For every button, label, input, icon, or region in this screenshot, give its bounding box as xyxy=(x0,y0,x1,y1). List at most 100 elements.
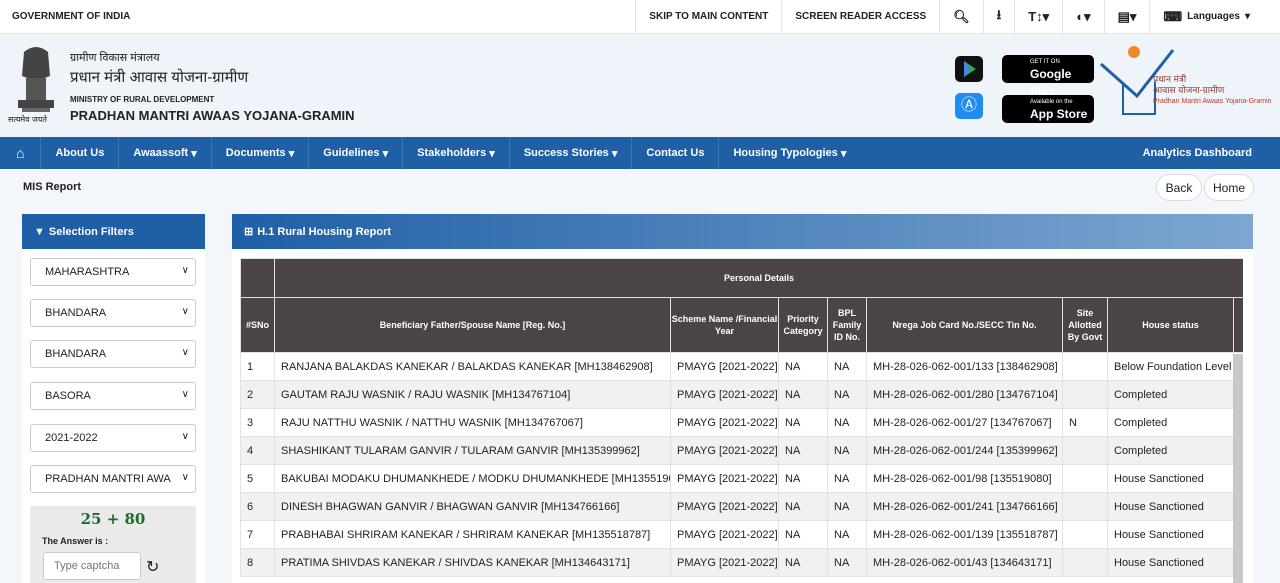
contrast-icon: ◐▾ xyxy=(1076,8,1091,24)
languages-label: Languages xyxy=(1187,11,1240,22)
column-header-row: #SNo Beneficiary Father/Spouse Name [Reg… xyxy=(240,297,1243,353)
table-row: 3 RAJU NATTHU WASNIK / NATTHU WASNIK [MH1… xyxy=(240,408,1243,437)
table-icon: ⊞ xyxy=(244,226,254,238)
nrega-cell: MH-28-026-062-001/43 [134643171] xyxy=(866,548,1063,577)
status-cell: Completed xyxy=(1107,436,1234,465)
col-header-site[interactable]: Site Allotted By Govt xyxy=(1062,297,1108,353)
beneficiary-cell: GAUTAM RAJU WASNIK / RAJU WASNIK [MH1347… xyxy=(274,380,671,409)
nav-awaassoft[interactable]: Awaassoft ▾ xyxy=(119,137,212,169)
col-header-nrega[interactable]: Nrega Job Card No./SECC Tin No. xyxy=(866,297,1063,353)
sno-cell: 8 xyxy=(240,548,275,577)
status-cell: Completed xyxy=(1107,380,1234,409)
contrast-button[interactable]: ◐▾ xyxy=(1062,0,1103,34)
report-table: Personal Details #SNo Beneficiary Father… xyxy=(240,258,1243,577)
beneficiary-cell: BAKUBAI MODAKU DHUMANKHEDE / MODKU DHUMA… xyxy=(274,464,671,493)
scheme-cell: PMAYG [2021-2022] xyxy=(670,436,779,465)
sno-cell: 7 xyxy=(240,520,275,549)
nav-about-us[interactable]: About Us xyxy=(41,137,120,169)
chevron-down-icon: ▾ xyxy=(489,147,495,160)
refresh-icon[interactable]: ↻ xyxy=(146,557,159,577)
col-header-scheme[interactable]: Scheme Name /Financial Year xyxy=(670,297,779,353)
app-store-icon[interactable]: Ⓐ xyxy=(955,93,983,119)
year-select[interactable]: 2021-2022 ∨ xyxy=(30,424,196,452)
nav-home[interactable]: ⌂ xyxy=(0,137,42,169)
state-select[interactable]: MAHARASHTRA ∨ xyxy=(30,258,196,286)
group-header: Personal Details xyxy=(273,258,1243,298)
block-select[interactable]: BHANDARA ∨ xyxy=(30,340,196,368)
filter-icon: ▼ xyxy=(34,225,45,238)
scheme-select[interactable]: PRADHAN MANTRI AWAAS ∨ xyxy=(30,465,196,493)
report-table-wrapper[interactable]: Personal Details #SNo Beneficiary Father… xyxy=(240,258,1243,583)
group-header-blank xyxy=(240,258,275,298)
report-header: ⊞ H.1 Rural Housing Report xyxy=(232,214,1253,249)
sitemap-button[interactable]: ▤▾ xyxy=(1103,0,1150,34)
village-select[interactable]: BASORA ∨ xyxy=(30,382,196,410)
col-header-priority[interactable]: Priority Category xyxy=(778,297,828,353)
play-store-icon[interactable] xyxy=(955,56,983,82)
nav-stakeholders[interactable]: Stakeholders ▾ xyxy=(403,137,510,169)
logo-line-1: प्रधान मंत्री xyxy=(1153,74,1187,84)
table-row: 6 DINESH BHAGWAN GANVIR / BHAGWAN GANVIR … xyxy=(240,492,1243,521)
nav-label: Contact Us xyxy=(646,147,705,159)
nav-success-stories[interactable]: Success Stories ▾ xyxy=(510,137,633,169)
text-size-button[interactable]: T↕▾ xyxy=(1014,0,1062,34)
google-play-small: GET IT ON xyxy=(1030,59,1060,65)
page-title: MIS Report xyxy=(23,181,82,193)
select-value: MAHARASHTRA xyxy=(45,266,130,278)
back-button[interactable]: Back xyxy=(1156,174,1202,201)
col-header-sno[interactable]: #SNo xyxy=(240,297,275,353)
skip-to-main-link[interactable]: SKIP TO MAIN CONTENT xyxy=(635,0,781,34)
nrega-cell: MH-28-026-062-001/133 [138462908] xyxy=(866,352,1063,381)
nrega-cell: MH-28-026-062-001/139 [135518787] xyxy=(866,520,1063,549)
col-header-status[interactable]: House status xyxy=(1107,297,1234,353)
table-row: 8 PRATIMA SHIVDAS KANEKAR / SHIVDAS KANEK… xyxy=(240,548,1243,577)
selection-filters-panel: ▼ Selection Filters MAHARASHTRA ∨ BHANDAR… xyxy=(22,214,205,583)
download-button[interactable]: ⭳ xyxy=(982,0,1015,34)
nav-documents[interactable]: Documents ▾ xyxy=(212,137,310,169)
report-title: H.1 Rural Housing Report xyxy=(257,225,392,238)
ministry-english: MINISTRY OF RURAL DEVELOPMENT xyxy=(70,95,215,104)
bpl-cell: NA xyxy=(827,520,867,549)
chevron-down-icon: ▾ xyxy=(382,147,389,160)
scheme-cell: PMAYG [2021-2022] xyxy=(670,464,779,493)
site-cell: N xyxy=(1062,408,1108,437)
nav-housing-typologies[interactable]: Housing Typologies ▾ xyxy=(719,137,860,169)
sno-cell: 6 xyxy=(240,492,275,521)
priority-cell: NA xyxy=(778,464,828,493)
app-store-big: App Store xyxy=(1030,107,1088,121)
priority-cell: NA xyxy=(778,436,828,465)
nrega-cell: MH-28-026-062-001/98 [135519080] xyxy=(866,464,1063,493)
vertical-scrollbar[interactable] xyxy=(1233,354,1243,583)
google-play-badge[interactable]: GET IT ON Google Play xyxy=(1002,55,1094,99)
sno-cell: 5 xyxy=(240,464,275,493)
nav-contact-us[interactable]: Contact Us xyxy=(632,137,720,169)
top-utility-bar: GOVERNMENT OF INDIA SKIP TO MAIN CONTENT… xyxy=(0,0,1280,34)
search-button[interactable]: 🔍︎ xyxy=(939,0,983,34)
nav-analytics-dashboard[interactable]: Analytics Dashboard xyxy=(1129,137,1280,169)
app-store-badge[interactable]: Available on the App Store xyxy=(1002,95,1094,123)
filters-title: Selection Filters xyxy=(48,225,134,238)
select-value: 2021-2022 xyxy=(45,432,98,444)
col-header-bpl[interactable]: BPL Family ID No. xyxy=(827,297,867,353)
main-navigation: ⌂ About Us Awaassoft ▾ Documents ▾ Guide… xyxy=(0,137,1280,169)
site-title-block[interactable]: ग्रामीण विकास मंत्रालय प्रधान मंत्री आवा… xyxy=(70,50,355,123)
district-select[interactable]: BHANDARA ∨ xyxy=(30,299,196,327)
priority-cell: NA xyxy=(778,548,828,577)
status-cell: Below Foundation Level xyxy=(1107,352,1234,381)
home-button[interactable]: Home xyxy=(1204,174,1254,201)
captcha-input[interactable] xyxy=(43,552,141,580)
chevron-down-icon: ▾ xyxy=(191,147,197,160)
languages-button[interactable]: ⌨ Languages ▾ xyxy=(1149,0,1280,34)
nav-label: Stakeholders xyxy=(417,147,487,159)
nav-label: About Us xyxy=(55,147,105,159)
select-value: BHANDARA xyxy=(45,348,107,360)
priority-cell: NA xyxy=(778,352,828,381)
chevron-down-icon: ▾ xyxy=(1244,11,1250,22)
breadcrumb: MIS Report Back Home xyxy=(0,169,1280,205)
nav-guidelines[interactable]: Guidelines ▾ xyxy=(309,137,404,169)
col-header-beneficiary[interactable]: Beneficiary Father/Spouse Name [Reg. No.… xyxy=(274,297,671,353)
government-label: GOVERNMENT OF INDIA xyxy=(12,11,131,22)
screen-reader-link[interactable]: SCREEN READER ACCESS xyxy=(781,0,939,34)
sno-cell: 4 xyxy=(240,436,275,465)
status-cell: House Sanctioned xyxy=(1107,548,1234,577)
